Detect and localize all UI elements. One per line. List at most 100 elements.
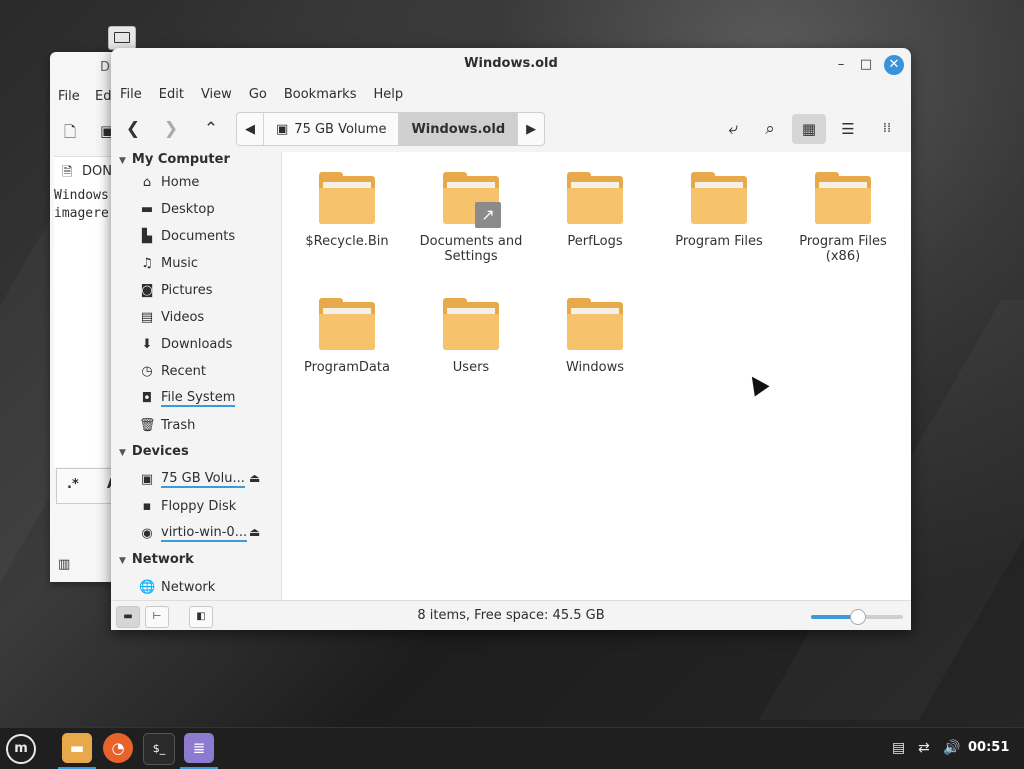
bg-window-title: D — [100, 60, 111, 75]
sidebar-item-home[interactable]: ⌂ Home — [139, 171, 200, 193]
bg-text-line: Windows — [54, 188, 109, 203]
desktop-icon: ▬ — [140, 201, 154, 217]
forward-button[interactable]: ❯ — [154, 114, 188, 144]
menu-go[interactable]: Go — [249, 87, 267, 102]
folder-item[interactable]: $Recycle.Bin — [292, 172, 402, 249]
bg-text-line: imagere — [54, 206, 109, 221]
sidebar-item-label: Floppy Disk — [161, 498, 237, 514]
path-right-arrow[interactable]: ▶ — [518, 113, 544, 145]
maximize-button[interactable]: □ — [856, 55, 876, 75]
bg-sidebar-toggle-icon[interactable]: ▥ — [58, 557, 70, 572]
zoom-slider[interactable] — [811, 609, 903, 625]
section-heading: My Computer — [131, 152, 230, 167]
bg-menu-file[interactable]: File — [58, 89, 80, 104]
eject-icon[interactable]: ⏏ — [249, 471, 260, 485]
text-editor-icon[interactable]: ≣ — [180, 733, 218, 769]
sidebar-item-floppy[interactable]: ▪ Floppy Disk — [139, 495, 237, 517]
trash-icon: 🗑 — [139, 417, 156, 433]
folder-item[interactable]: Program Files (x86) — [788, 172, 898, 264]
sidebar-item-recent[interactable]: ◷ Recent — [139, 360, 206, 382]
breadcrumb-volume[interactable]: ▣ 75 GB Volume — [264, 113, 400, 145]
symlink-arrow-icon: ↗ — [475, 202, 501, 228]
bg-document-tab[interactable]: DON — [82, 164, 112, 179]
sidebar-item-file-system[interactable]: ◘ File System — [139, 387, 236, 409]
sidebar-item-volume[interactable]: ▣ 75 GB Volu... — [139, 468, 245, 490]
folder-name: Program Files (x86) — [799, 234, 887, 264]
up-button[interactable]: ⌃ — [194, 114, 228, 144]
folder-name: Documents and Settings — [419, 234, 523, 264]
folder-icon — [443, 298, 499, 350]
folder-item[interactable]: Program Files — [664, 172, 774, 249]
sidebar-item-music[interactable]: ♫ Music — [139, 252, 198, 274]
sidebar-item-desktop[interactable]: ▬ Desktop — [139, 198, 215, 220]
network-icon: 🌐 — [139, 579, 156, 595]
file-view[interactable]: $Recycle.Bin ↗ Documents and Settings Pe… — [282, 152, 911, 600]
new-document-icon[interactable]: 🗋 — [64, 122, 76, 147]
folder-icon — [815, 172, 871, 224]
bg-menu-edit[interactable]: Ed — [95, 89, 111, 104]
downloads-icon: ⬇ — [141, 336, 153, 352]
volume-icon[interactable]: 🔊 — [943, 740, 960, 756]
sidebar-item-label: Recent — [161, 363, 206, 379]
background-editor-window[interactable]: D File Ed 🗋 ▣ 🗎 DON Windows imagere .* A… — [50, 52, 120, 582]
list-view-button[interactable]: ☰ — [831, 114, 865, 144]
drive-icon: ▣ — [140, 471, 154, 487]
file-manager-window: Windows.old – □ ✕ File Edit View Go Book… — [111, 48, 911, 630]
folder-item[interactable]: Users — [416, 298, 526, 375]
sidebar-item-label: 75 GB Volu... — [161, 470, 245, 488]
search-icon[interactable]: ⌕ — [753, 114, 787, 144]
eject-icon[interactable]: ⏏ — [249, 525, 260, 539]
folder-item[interactable]: ↗ Documents and Settings — [416, 172, 526, 264]
icon-view-button[interactable]: ▦ — [792, 114, 826, 144]
sidebar-item-network[interactable]: 🌐 Network — [139, 576, 215, 598]
sidebar-item-label: Pictures — [161, 282, 213, 298]
cdrom-icon: ◉ — [141, 525, 153, 541]
home-icon: ⌂ — [142, 174, 152, 190]
expand-arrow-icon: ▼ — [119, 556, 126, 566]
title-bar[interactable]: Windows.old – □ ✕ — [111, 48, 911, 80]
close-button[interactable]: ✕ — [884, 55, 904, 75]
file-manager-icon[interactable]: ▬ — [58, 733, 96, 769]
folder-item[interactable]: PerfLogs — [540, 172, 650, 249]
sidebar-item-trash[interactable]: 🗑 Trash — [139, 414, 195, 436]
menu-file[interactable]: File — [120, 87, 142, 102]
breadcrumb-current[interactable]: Windows.old — [399, 113, 519, 145]
folder-item[interactable]: Windows — [540, 298, 650, 375]
zoom-slider-handle[interactable] — [850, 609, 866, 625]
menu-view[interactable]: View — [201, 87, 232, 102]
menu-edit[interactable]: Edit — [159, 87, 184, 102]
clock[interactable]: 00:51 — [968, 740, 1009, 755]
sidebar-item-videos[interactable]: ▤ Videos — [139, 306, 204, 328]
notes-tray-icon[interactable]: ▤ — [892, 740, 905, 756]
sidebar-item-pictures[interactable]: ◙ Pictures — [139, 279, 213, 301]
folder-icon — [319, 172, 375, 224]
network-disconnected-icon[interactable]: ⇄ — [918, 740, 930, 756]
menu-bookmarks[interactable]: Bookmarks — [284, 87, 357, 102]
folder-icon — [567, 172, 623, 224]
sidebar-item-documents[interactable]: ▙ Documents — [139, 225, 235, 247]
sidebar-item-label: Downloads — [161, 336, 233, 352]
document-tab-icon: 🗎 — [62, 165, 73, 180]
sidebar-section-network[interactable]: ▼ Network — [119, 552, 194, 567]
compact-view-button[interactable]: ⁞⁞ — [870, 114, 904, 144]
menu-help[interactable]: Help — [373, 87, 403, 102]
firefox-icon[interactable]: ◔ — [103, 733, 133, 763]
back-button[interactable]: ❮ — [116, 114, 150, 144]
section-heading: Network — [131, 552, 194, 567]
sidebar-section-devices[interactable]: ▼ Devices — [119, 444, 189, 459]
regex-toggle[interactable]: .* — [67, 477, 79, 492]
window-title: Windows.old — [464, 56, 558, 71]
mint-menu-icon[interactable]: m — [6, 734, 36, 764]
pictures-icon: ◙ — [140, 282, 154, 298]
sidebar-item-downloads[interactable]: ⬇ Downloads — [139, 333, 233, 355]
desktop-computer-icon[interactable] — [108, 26, 136, 50]
sidebar-item-virtio[interactable]: ◉ virtio-win-0... — [139, 522, 248, 544]
folder-name: $Recycle.Bin — [305, 234, 389, 249]
sidebar-item-label: Home — [161, 174, 200, 190]
toggle-location-entry-icon[interactable]: ⤶ — [716, 114, 750, 144]
path-left-arrow[interactable]: ◀ — [237, 113, 264, 145]
folder-item[interactable]: ProgramData — [292, 298, 402, 375]
minimize-button[interactable]: – — [831, 55, 851, 75]
terminal-icon[interactable]: $_ — [143, 733, 175, 765]
sidebar-section-my-computer[interactable]: ▼ My Computer — [119, 152, 230, 167]
